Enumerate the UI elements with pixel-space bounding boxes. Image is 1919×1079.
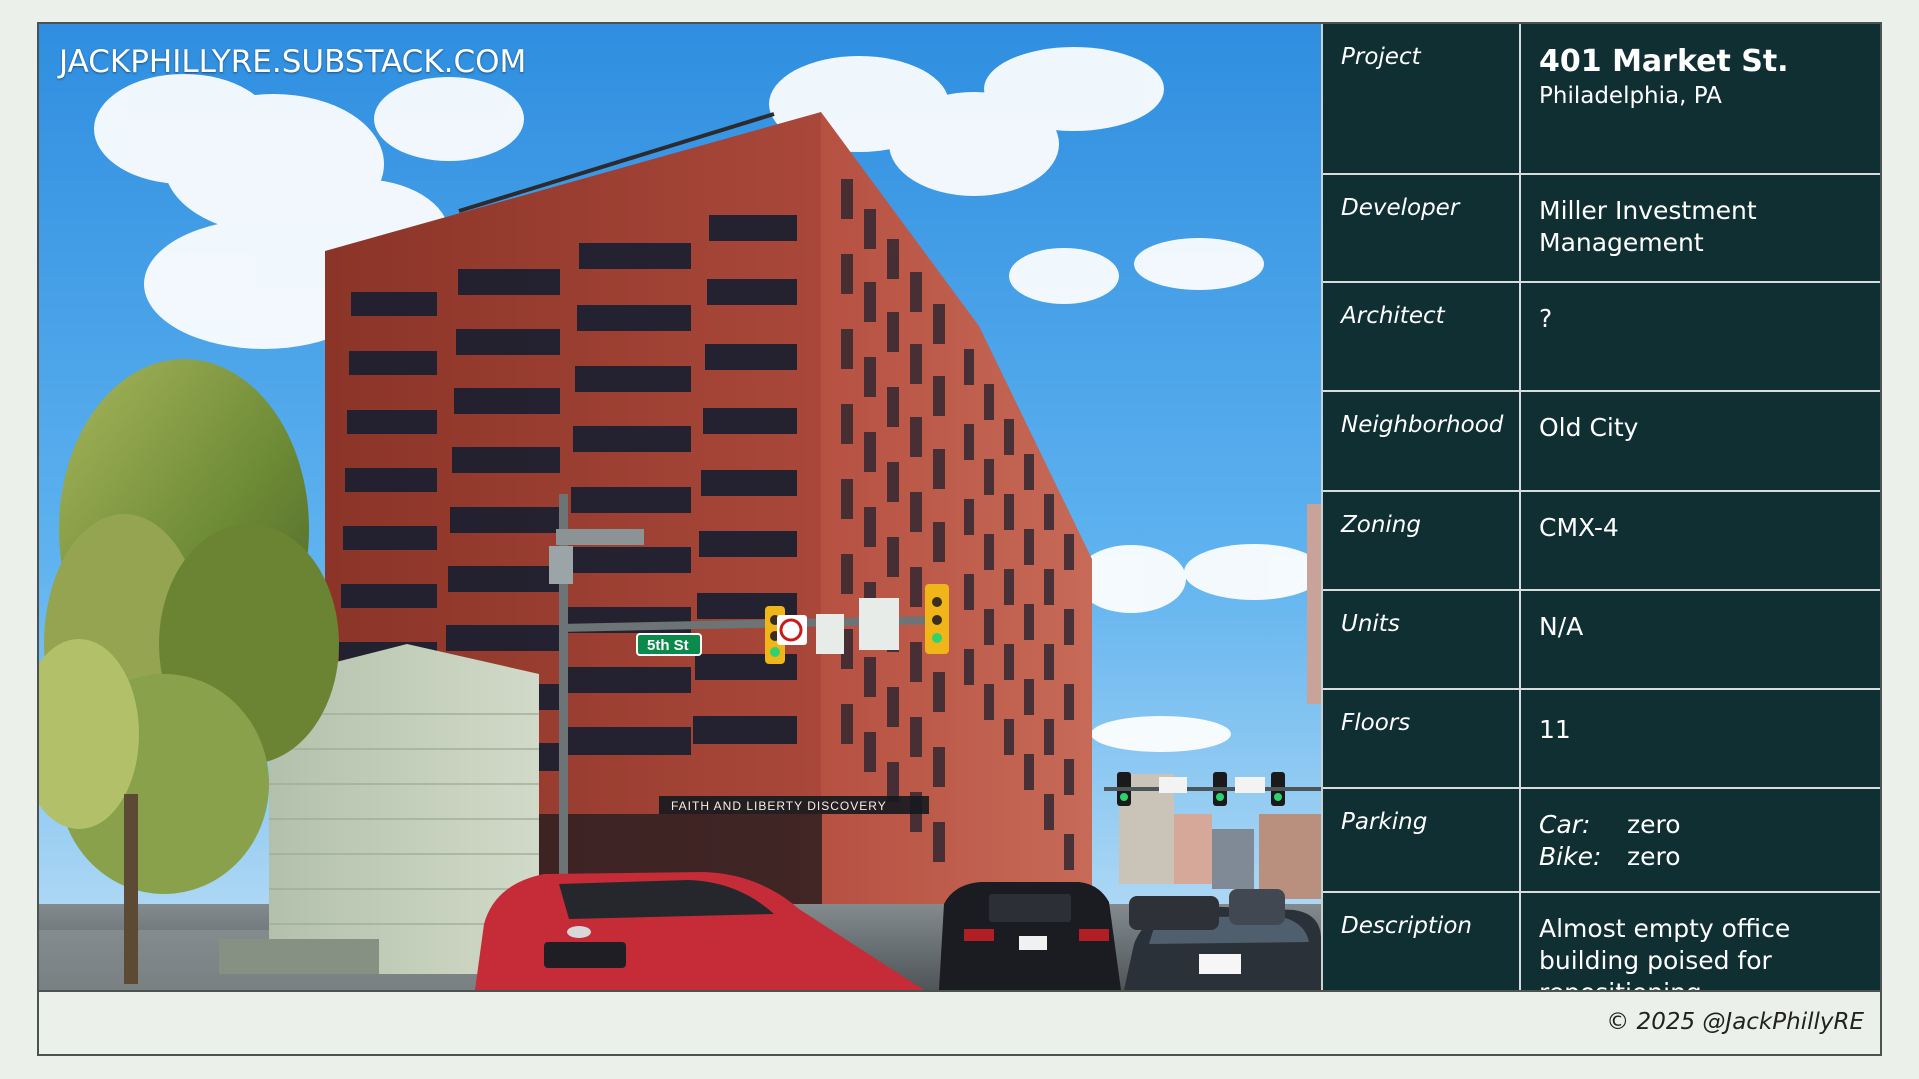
description-row: Description Almost empty office building… bbox=[1323, 893, 1880, 1007]
column-divider bbox=[1519, 175, 1521, 281]
zoning-row: Zoning CMX-4 bbox=[1323, 492, 1880, 591]
parking-label: Parking bbox=[1341, 809, 1428, 835]
architect-label: Architect bbox=[1341, 303, 1445, 329]
car-parking-line: Car: zero bbox=[1539, 809, 1869, 841]
neighborhood-label: Neighborhood bbox=[1341, 412, 1504, 438]
column-divider bbox=[1519, 789, 1521, 891]
black-suv bbox=[939, 882, 1121, 990]
column-divider bbox=[1519, 690, 1521, 787]
floors-row: Floors 11 bbox=[1323, 690, 1880, 789]
developer-label: Developer bbox=[1341, 195, 1460, 221]
car-parking-key: Car: bbox=[1539, 810, 1591, 839]
street-sign-label: 5th St bbox=[647, 637, 689, 654]
column-divider bbox=[1519, 283, 1521, 390]
units-value: N/A bbox=[1539, 612, 1584, 641]
project-details-panel: Project 401 Market St. Philadelphia, PA … bbox=[1321, 24, 1880, 1007]
bike-parking-key: Bike: bbox=[1539, 842, 1602, 871]
floors-label: Floors bbox=[1341, 710, 1411, 736]
description-label: Description bbox=[1341, 913, 1472, 939]
copyright-text: © 2025 @JackPhillyRE bbox=[1606, 1009, 1864, 1035]
units-row: Units N/A bbox=[1323, 591, 1880, 690]
car-parking-value: zero bbox=[1627, 810, 1681, 839]
zoning-label: Zoning bbox=[1341, 512, 1421, 538]
developer-value: Miller Investment Management bbox=[1539, 196, 1757, 257]
architect-value: ? bbox=[1539, 304, 1553, 333]
floors-value: 11 bbox=[1539, 715, 1571, 744]
building-photo-illustration: FAITH AND LIBERTY DISCOVERY 5th St bbox=[39, 24, 1321, 990]
column-divider bbox=[1519, 492, 1521, 589]
column-divider bbox=[1519, 591, 1521, 688]
architect-row: Architect ? bbox=[1323, 283, 1880, 392]
column-divider bbox=[1519, 893, 1521, 990]
slide-frame: FAITH AND LIBERTY DISCOVERY 5th St JACKP… bbox=[37, 22, 1882, 1056]
developer-row: Developer Miller Investment Management bbox=[1323, 175, 1880, 283]
parking-value: Car: zero Bike: zero bbox=[1539, 809, 1869, 873]
neighborhood-value: Old City bbox=[1539, 413, 1639, 442]
slide-footer: © 2025 @JackPhillyRE bbox=[39, 990, 1880, 1054]
zoning-value: CMX-4 bbox=[1539, 513, 1619, 542]
parking-row: Parking Car: zero Bike: zero bbox=[1323, 789, 1880, 893]
neighborhood-row: Neighborhood Old City bbox=[1323, 392, 1880, 492]
project-label: Project bbox=[1341, 44, 1421, 70]
project-name: 401 Market St. bbox=[1539, 44, 1789, 79]
building-photo: FAITH AND LIBERTY DISCOVERY 5th St JACKP… bbox=[39, 24, 1321, 990]
site-watermark: JACKPHILLYRE.SUBSTACK.COM bbox=[59, 44, 527, 80]
project-location: Philadelphia, PA bbox=[1539, 83, 1722, 109]
project-row: Project 401 Market St. Philadelphia, PA bbox=[1323, 24, 1880, 175]
bike-parking-value: zero bbox=[1627, 842, 1681, 871]
storefront-sign: FAITH AND LIBERTY DISCOVERY bbox=[671, 799, 887, 813]
column-divider bbox=[1519, 392, 1521, 490]
units-label: Units bbox=[1341, 611, 1400, 637]
concrete-planter bbox=[219, 939, 379, 974]
column-divider bbox=[1519, 24, 1521, 173]
bike-parking-line: Bike: zero bbox=[1539, 841, 1869, 873]
project-value: 401 Market St. Philadelphia, PA bbox=[1539, 44, 1869, 111]
